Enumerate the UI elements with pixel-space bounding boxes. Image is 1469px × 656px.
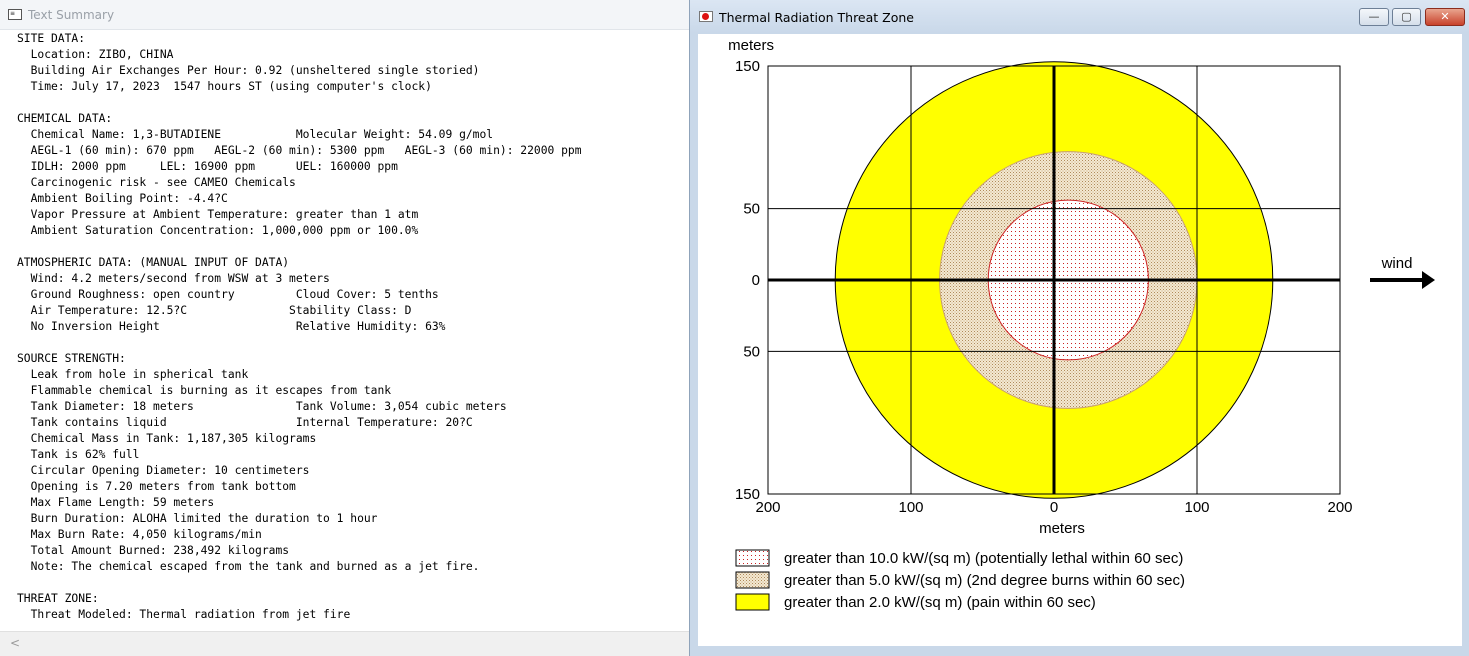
y-tick-label: 150 — [735, 486, 760, 503]
summary-line: IDLH: 2000 ppm LEL: 16900 ppm UEL: 16000… — [17, 160, 398, 173]
summary-line: Opening is 7.20 meters from tank bottom — [17, 480, 296, 493]
maximize-button[interactable]: ▢ — [1392, 8, 1421, 26]
summary-line: Wind: 4.2 meters/second from WSW at 3 me… — [17, 272, 330, 285]
summary-line: Threat Modeled: Thermal radiation from j… — [17, 608, 351, 621]
wind-label: wind — [1381, 255, 1413, 272]
x-tick-label: 0 — [1050, 499, 1058, 516]
summary-line: Chemical Name: 1,3-BUTADIENE Molecular W… — [17, 128, 494, 141]
x-tick-label: 100 — [1184, 499, 1209, 516]
summary-line: Ground Roughness: open country Cloud Cov… — [17, 288, 439, 301]
summary-line: No Inversion Height Relative Humidity: 6… — [17, 320, 446, 333]
summary-line: Leak from hole in spherical tank — [17, 368, 249, 381]
summary-line: Tank contains liquid Internal Temperatur… — [17, 416, 473, 429]
wind-arrow-head-icon — [1422, 271, 1435, 289]
summary-line: ATMOSPHERIC DATA: (MANUAL INPUT OF DATA) — [17, 256, 290, 269]
x-axis-label: meters — [1039, 520, 1085, 537]
y-tick-label: 50 — [743, 201, 760, 218]
summary-line: Circular Opening Diameter: 10 centimeter… — [17, 464, 310, 477]
legend-label: greater than 2.0 kW/(sq m) (pain within … — [784, 594, 1096, 611]
window-title: Thermal Radiation Threat Zone — [719, 10, 914, 25]
summary-line: Ambient Saturation Concentration: 1,000,… — [17, 224, 419, 237]
legend-label: greater than 10.0 kW/(sq m) (potentially… — [784, 550, 1183, 567]
summary-line: Note: The chemical escaped from the tank… — [17, 560, 480, 573]
summary-line: Carcinogenic risk - see CAMEO Chemicals — [17, 176, 296, 189]
summary-line — [17, 575, 582, 591]
summary-line: Total Amount Burned: 238,492 kilograms — [17, 544, 290, 557]
text-summary-titlebar[interactable]: ≡ Text Summary — [0, 0, 689, 30]
summary-line — [17, 335, 582, 351]
summary-line — [17, 239, 582, 255]
y-tick-label: 0 — [752, 272, 760, 289]
legend-label: greater than 5.0 kW/(sq m) (2nd degree b… — [784, 572, 1185, 589]
summary-line: Vapor Pressure at Ambient Temperature: g… — [17, 208, 419, 221]
summary-line: AEGL-1 (60 min): 670 ppm AEGL-2 (60 min)… — [17, 144, 582, 157]
aloha-app-icon — [699, 11, 713, 22]
y-tick-label: 50 — [743, 343, 760, 360]
summary-line: Building Air Exchanges Per Hour: 0.92 (u… — [17, 64, 480, 77]
x-tick-label: 200 — [1327, 499, 1352, 516]
summary-line: Max Burn Rate: 4,050 kilograms/min — [17, 528, 262, 541]
legend-swatch — [735, 593, 770, 611]
summary-line: Burn Duration: ALOHA limited the duratio… — [17, 512, 378, 525]
horizontal-scrollbar[interactable]: < — [0, 631, 689, 656]
text-summary-window: ≡ Text Summary SITE DATA: Location: ZIBO… — [0, 0, 690, 656]
threat-zone-chart: 200 100 0 100 20015050050150metersmeterswind… — [728, 37, 1435, 611]
summary-line: Tank is 62% full — [17, 448, 140, 461]
summary-line: Flammable chemical is burning as it esca… — [17, 384, 392, 397]
y-axis-unit-label: meters — [728, 37, 774, 54]
minimize-button[interactable]: — — [1359, 8, 1389, 26]
document-icon: ≡ — [8, 9, 22, 20]
summary-line: Max Flame Length: 59 meters — [17, 496, 215, 509]
window-title: Text Summary — [28, 7, 115, 22]
x-tick-label: 100 — [898, 499, 923, 516]
summary-line: Time: July 17, 2023 1547 hours ST (using… — [17, 80, 432, 93]
legend-swatch — [735, 549, 770, 567]
summary-line: Location: ZIBO, CHINA — [17, 48, 174, 61]
summary-line: CHEMICAL DATA: — [17, 112, 113, 125]
summary-line — [17, 95, 582, 111]
threat-zone-plot-area: 200 100 0 100 200 150 50 0 50 150 meters meters wind… — [698, 34, 1462, 646]
summary-line: SOURCE STRENGTH: — [17, 352, 126, 365]
summary-line: Ambient Boiling Point: -4.4?C — [17, 192, 228, 205]
threat-zone-titlebar[interactable]: Thermal Radiation Threat Zone — ▢ ✕ — [690, 0, 1469, 33]
summary-text[interactable]: SITE DATA: Location: ZIBO, CHINA Buildin… — [17, 31, 582, 623]
threat-zone-window: Thermal Radiation Threat Zone — ▢ ✕ 200 1… — [689, 0, 1469, 656]
summary-line: THREAT ZONE: — [17, 592, 99, 605]
legend-swatch — [735, 571, 770, 589]
close-button[interactable]: ✕ — [1425, 8, 1465, 26]
summary-line: Air Temperature: 12.5?C Stability Class:… — [17, 304, 412, 317]
summary-line: Chemical Mass in Tank: 1,187,305 kilogra… — [17, 432, 317, 445]
summary-line: SITE DATA: — [17, 32, 86, 45]
y-tick-label: 150 — [735, 58, 760, 75]
scroll-left-arrow-icon[interactable]: < — [10, 636, 20, 650]
summary-line: Tank Diameter: 18 meters Tank Volume: 3,… — [17, 400, 507, 413]
